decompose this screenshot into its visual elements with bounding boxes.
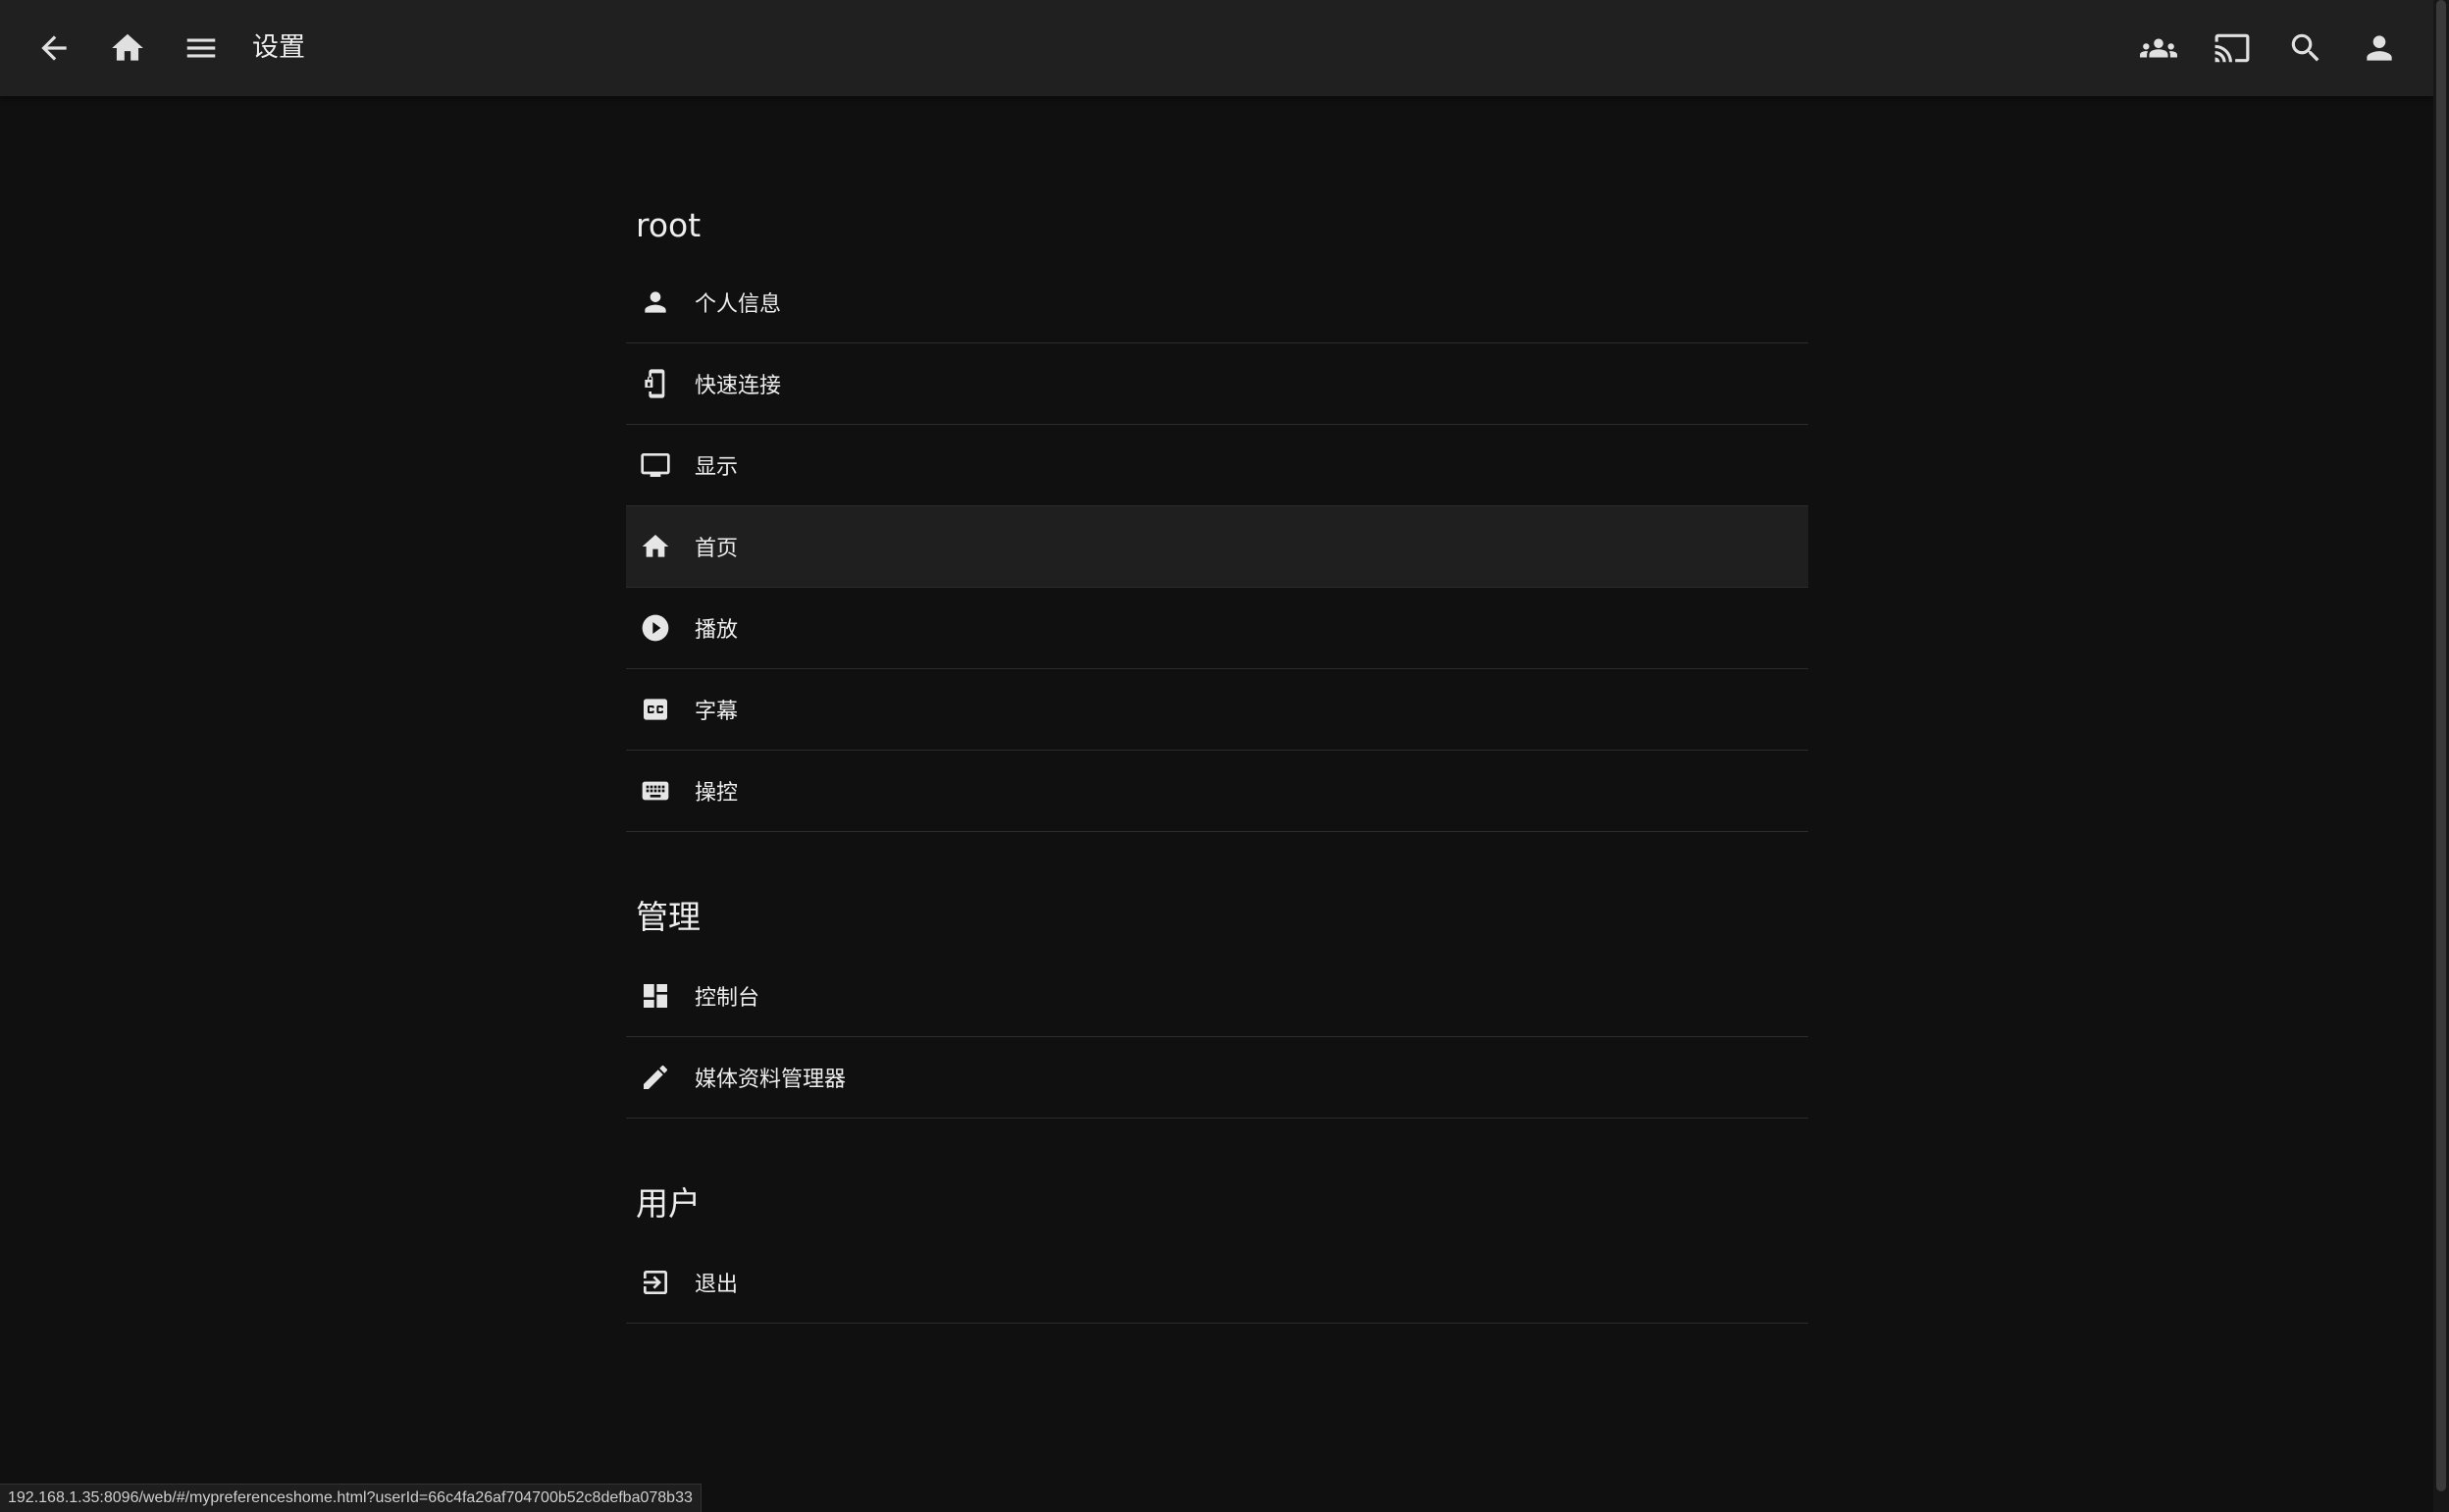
back-button[interactable]: [25, 19, 83, 78]
closed-caption-icon: [644, 699, 667, 720]
list-item-label: 个人信息: [695, 292, 782, 317]
list-item-display[interactable]: 显示: [626, 425, 1808, 506]
section-title-admin: 管理: [636, 898, 701, 936]
keyboard-icon: [642, 781, 669, 801]
play-circle-icon: [642, 614, 669, 642]
list-item-label: 播放: [695, 618, 739, 643]
list-item-dashboard[interactable]: 控制台: [626, 956, 1808, 1037]
group-icon: [2140, 38, 2177, 58]
list-item-quick-connect[interactable]: 快速连接: [626, 343, 1808, 425]
monitor-icon: [641, 453, 670, 477]
dashboard-icon: [644, 984, 667, 1008]
user-settings-list: 个人信息 快速连接 显示 首页 播放 字幕 操控: [626, 262, 1808, 832]
list-item-playback[interactable]: 播放: [626, 588, 1808, 669]
list-item-controls[interactable]: 操控: [626, 751, 1808, 832]
section-title-account: 用户: [636, 1184, 701, 1223]
account-icon: [2367, 35, 2392, 61]
list-item-sign-out[interactable]: 退出: [626, 1242, 1808, 1324]
settings-content: root 个人信息 快速连接 显示 首页 播放 字幕 操控 管理 控制台 媒体资…: [626, 96, 1808, 1324]
section-title-user: root: [636, 206, 702, 244]
search-button[interactable]: [2276, 19, 2335, 78]
admin-settings-list: 控制台 媒体资料管理器: [626, 956, 1808, 1119]
back-arrow-icon: [41, 35, 67, 61]
page-title: 设置: [252, 32, 305, 63]
app-header: 设置: [0, 0, 2433, 96]
list-item-label: 显示: [695, 455, 739, 480]
phone-link-icon: [645, 369, 665, 398]
home-icon: [112, 33, 143, 61]
list-item-subtitles[interactable]: 字幕: [626, 669, 1808, 751]
menu-icon: [186, 38, 216, 58]
cast-icon: [2215, 33, 2250, 63]
list-item-label: 首页: [695, 537, 739, 561]
logout-icon: [644, 1271, 667, 1294]
list-item-label: 字幕: [695, 700, 739, 724]
list-item-metadata-manager[interactable]: 媒体资料管理器: [626, 1037, 1808, 1119]
list-item-profile[interactable]: 个人信息: [626, 262, 1808, 343]
home-button[interactable]: [98, 19, 157, 78]
person-icon: [645, 291, 666, 313]
settings-page: 设置 root 个人信息 快速连接 显示 首页 播放 字幕 操控 管理 控制台 …: [0, 0, 2449, 1512]
list-item-label: 媒体资料管理器: [695, 1068, 847, 1092]
page-scrollbar[interactable]: [2433, 0, 2449, 1512]
cast-button[interactable]: [2203, 19, 2262, 78]
list-item-label: 操控: [695, 781, 739, 806]
syncplay-button[interactable]: [2129, 19, 2188, 78]
list-item-home[interactable]: 首页: [626, 506, 1808, 588]
scrollbar-thumb[interactable]: [2436, 0, 2446, 1491]
list-item-label: 快速连接: [695, 374, 782, 398]
account-settings-list: 退出: [626, 1242, 1808, 1324]
user-menu-button[interactable]: [2350, 19, 2409, 78]
list-item-label: 控制台: [695, 986, 760, 1011]
pencil-icon: [644, 1065, 668, 1089]
home-icon: [642, 535, 669, 557]
search-icon: [2291, 33, 2319, 62]
list-item-label: 退出: [695, 1273, 739, 1297]
status-url-bar: 192.168.1.35:8096/web/#/mypreferenceshom…: [0, 1484, 702, 1512]
menu-button[interactable]: [172, 19, 231, 78]
